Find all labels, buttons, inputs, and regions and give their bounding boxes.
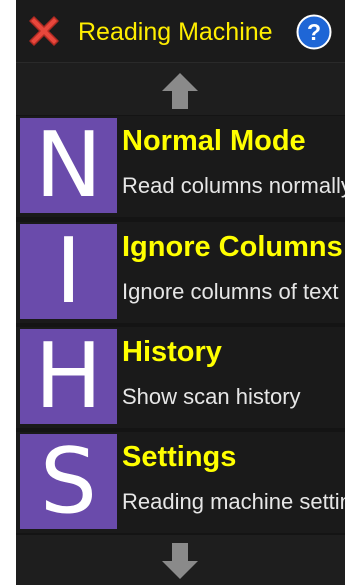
menu-item-description: Show scan history	[122, 384, 301, 409]
arrow-up-icon	[162, 73, 198, 109]
close-icon[interactable]	[24, 11, 64, 51]
scroll-down-button[interactable]	[16, 535, 345, 585]
app-title: Reading Machine	[78, 18, 273, 46]
menu-item-title: History	[122, 336, 222, 368]
menu-item-letter-tile: I	[20, 224, 117, 319]
arrow-down-icon	[162, 543, 198, 579]
help-icon[interactable]: ?	[296, 14, 332, 50]
menu-item-letter-tile: H	[20, 329, 117, 424]
app-window: Reading Machine ? N Normal Mode Read col…	[16, 0, 345, 585]
menu-item-description: Read columns normally	[122, 173, 345, 198]
menu-item-title: Ignore Columns	[122, 231, 343, 263]
menu-item-letter-tile: S	[20, 434, 117, 529]
help-glyph: ?	[307, 19, 321, 45]
menu-item-normal-mode[interactable]: N Normal Mode Read columns normally	[16, 116, 345, 217]
menu-item-settings[interactable]: S Settings Reading machine settings	[16, 432, 345, 533]
menu-item-history[interactable]: H History Show scan history	[16, 327, 345, 428]
scroll-up-button[interactable]	[16, 63, 345, 115]
menu-item-title: Settings	[122, 441, 237, 473]
menu-item-ignore-columns[interactable]: I Ignore Columns Ignore columns of text	[16, 222, 345, 323]
title-bar: Reading Machine ?	[16, 0, 345, 63]
menu-item-letter-tile: N	[20, 118, 117, 213]
menu-item-description: Ignore columns of text	[122, 279, 339, 304]
menu-item-description: Reading machine settings	[122, 489, 345, 514]
menu-item-title: Normal Mode	[122, 125, 306, 157]
